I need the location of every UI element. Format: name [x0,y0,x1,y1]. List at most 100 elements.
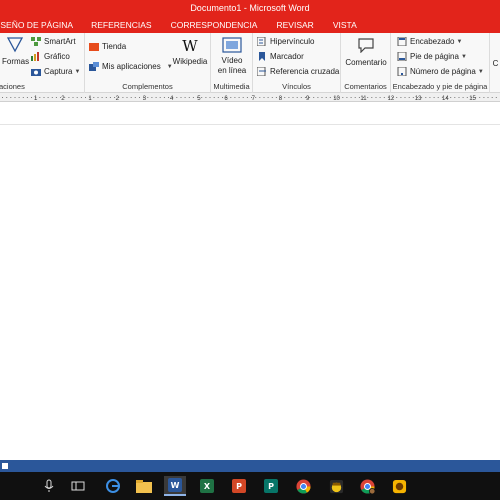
ruler-tick [109,97,111,98]
ruler-tick [6,97,8,98]
video-label-2: en línea [217,66,247,75]
ruler-tick [379,97,381,98]
overflow-button[interactable]: C [491,59,500,69]
ruler-tick [325,97,327,98]
taskbar-edge[interactable] [103,476,123,496]
wikipedia-button[interactable]: W Wikipedia [171,38,209,67]
comentario-label: Comentario [345,58,387,67]
ruler-tick [371,97,373,98]
taskbar-chrome[interactable] [293,476,313,496]
status-bar [0,460,500,472]
ruler-tick [458,97,460,98]
group-comentarios: Comentario Comentarios [341,33,391,93]
ruler-tick [101,97,103,98]
ruler-tick [275,97,277,98]
document-area[interactable] [0,103,500,460]
mis-aplicaciones-button[interactable]: Mis aplicaciones ▼ [89,62,173,71]
store-icon [89,43,99,51]
ruler-tick [454,97,456,98]
numero-de-pagina-label: Número de página [410,67,476,76]
grafico-button[interactable]: Gráfico [31,52,70,61]
tab-diseno-pagina[interactable]: ISEÑO DE PÁGINA [0,20,73,30]
ruler-tick [213,97,215,98]
taskbar-excel[interactable]: X [197,476,217,496]
ruler-tick [188,97,190,98]
encabezado-button[interactable]: Encabezado ▼ [397,37,462,46]
ruler-tick [404,97,406,98]
taskbar-app-yellow[interactable] [326,476,346,496]
tienda-button[interactable]: Tienda [89,42,126,51]
smartart-label: SmartArt [44,37,76,46]
group-ilustraciones: Formas SmartArt Gráfico Captura ▼ acione… [0,33,85,93]
ruler-number: 1 [88,96,92,102]
taskbar-explorer[interactable] [134,476,154,496]
ruler-tick [346,97,348,98]
ruler-tick [288,97,290,98]
taskbar-chrome-user[interactable] [357,476,377,496]
ruler-tick [85,97,86,98]
ruler-tick [192,97,194,98]
ruler-number: 13 [415,96,422,102]
ruler-tick [375,97,377,98]
ruler-tick [462,97,464,98]
microphone-button[interactable] [39,476,59,496]
ruler-tick [139,97,140,98]
group-multimedia: Vídeo en línea Multimedia [211,33,253,93]
ruler-tick [168,97,169,98]
powerpoint-icon: P [232,479,246,493]
ruler-tick [26,97,28,98]
ruler-tick [201,97,203,98]
referencia-cruzada-button[interactable]: Referencia cruzada [257,67,339,76]
ruler-tick [479,97,481,98]
group-label-encabezado-pie: Encabezado y pie de página [392,82,488,91]
task-view-button[interactable] [68,476,88,496]
ruler-tick [284,97,286,98]
ruler-tick [396,97,398,98]
ruler-tick [10,97,12,98]
group-label-vinculos: Vínculos [282,82,311,91]
ruler: 1 2 1 2 3 4 5 6 7 8 9 10 11 12 13 14 15 [0,93,500,102]
taskbar-publisher[interactable]: P [261,476,281,496]
ruler-tick [342,97,344,98]
link-icon [257,37,266,46]
ruler-tick [39,97,41,98]
marcador-button[interactable]: Marcador [257,52,304,61]
ruler-tick [147,97,149,98]
chevron-down-icon: ▼ [477,68,484,75]
hipervinculo-button[interactable]: Hipervínculo [257,37,314,46]
tab-revisar[interactable]: REVISAR [276,20,313,30]
formas-button[interactable]: Formas [2,36,29,67]
ruler-tick [425,97,427,98]
taskbar-powerpoint[interactable]: P [229,476,249,496]
smartart-button[interactable]: SmartArt [31,37,76,46]
pie-de-pagina-label: Pie de página [410,52,459,61]
ruler-number: 2 [116,96,120,102]
video-en-linea-button[interactable]: Vídeo en línea [213,37,251,76]
captura-button[interactable]: Captura ▼ [31,67,80,76]
comentario-button[interactable]: Comentario [343,37,389,68]
ruler-tick [217,97,219,98]
tab-referencias[interactable]: REFERENCIAS [91,20,151,30]
ruler-tick [354,97,356,98]
taskbar-word[interactable]: W [164,476,186,496]
ruler-tick [255,97,257,98]
page-status-icon[interactable] [1,462,9,470]
group-complementos: Tienda Mis aplicaciones ▼ W Wikipedia Co… [85,33,211,93]
ruler-tick [159,97,161,98]
tab-correspondencia[interactable]: CORRESPONDENCIA [171,20,258,30]
ruler-tick [242,97,244,98]
cross-reference-icon [257,67,266,76]
ruler-tick [151,97,153,98]
ruler-tick [321,97,323,98]
taskbar-app-orange[interactable] [389,476,409,496]
ruler-tick [180,97,182,98]
marcador-label: Marcador [270,52,304,61]
ruler-tick [55,97,57,98]
ruler-tick [47,97,49,98]
tab-vista[interactable]: VISTA [333,20,357,30]
ruler-number: 1 [34,96,38,102]
taskbar: W X P P [0,472,500,500]
ruler-tick [122,97,124,98]
pie-de-pagina-button[interactable]: Pie de página ▼ [397,52,467,61]
numero-de-pagina-button[interactable]: Número de página ▼ [397,67,484,76]
